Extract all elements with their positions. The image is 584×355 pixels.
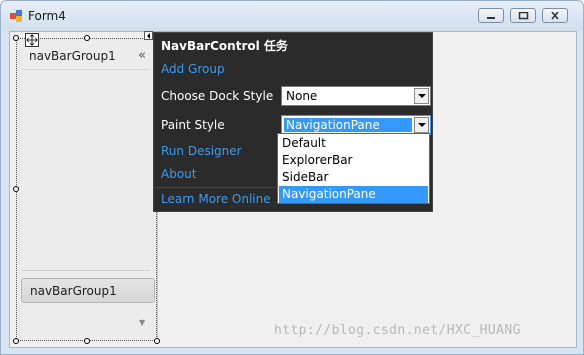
resize-handle[interactable]: [13, 35, 19, 41]
about-link[interactable]: About: [161, 167, 196, 181]
paint-style-dropdown-list: Default ExplorerBar SideBar NavigationPa…: [277, 133, 430, 204]
maximize-button[interactable]: [510, 8, 536, 23]
close-icon: [551, 12, 559, 20]
title-bar[interactable]: Form4: [1, 1, 583, 31]
group-button-label: navBarGroup1: [30, 284, 117, 298]
overflow-menu-icon[interactable]: ▼: [139, 318, 145, 327]
run-designer-link[interactable]: Run Designer: [161, 144, 242, 158]
paint-style-dropdown-button[interactable]: [414, 117, 429, 133]
app-icon: [10, 10, 22, 22]
dropdown-arrow-icon: [418, 94, 426, 98]
group-divider: [22, 270, 150, 271]
navbar-group-header[interactable]: navBarGroup1 «: [22, 45, 150, 70]
group-header-label: navBarGroup1: [29, 49, 116, 63]
dock-style-label: Choose Dock Style: [161, 89, 274, 103]
dock-style-value: None: [286, 89, 318, 103]
minimize-button[interactable]: [478, 8, 504, 23]
dropdown-arrow-icon: [418, 123, 426, 127]
resize-handle[interactable]: [13, 186, 19, 192]
smart-tag-icon: [147, 33, 150, 39]
maximize-icon: [518, 12, 529, 20]
paint-style-label: Paint Style: [161, 118, 225, 132]
collapse-chevron-icon[interactable]: «: [138, 48, 146, 63]
navbar-group-button[interactable]: navBarGroup1: [21, 278, 155, 303]
watermark-text: http://blog.csdn.net/HXC_HUANG: [274, 323, 521, 338]
move-icon[interactable]: [25, 33, 39, 47]
dropdown-option[interactable]: Default: [279, 135, 428, 152]
dropdown-option[interactable]: SideBar: [279, 169, 428, 186]
dropdown-option[interactable]: NavigationPane: [279, 186, 428, 203]
close-button[interactable]: [542, 8, 568, 23]
dropdown-option[interactable]: ExplorerBar: [279, 152, 428, 169]
dock-style-combo[interactable]: None: [281, 86, 431, 106]
panel-title: NavBarControl 任务: [161, 39, 288, 53]
resize-handle[interactable]: [13, 338, 19, 344]
learn-more-link[interactable]: Learn More Online: [161, 192, 271, 206]
dock-style-dropdown-button[interactable]: [414, 88, 429, 104]
resize-handle[interactable]: [84, 338, 90, 344]
paint-style-combo[interactable]: NavigationPane: [281, 115, 431, 135]
window-title: Form4: [28, 9, 66, 23]
add-group-link[interactable]: Add Group: [161, 62, 225, 76]
smart-tag-button[interactable]: [144, 31, 153, 40]
resize-handle[interactable]: [84, 35, 90, 41]
paint-style-value: NavigationPane: [286, 118, 380, 132]
minimize-icon: [487, 17, 495, 19]
resize-handle[interactable]: [154, 338, 160, 344]
